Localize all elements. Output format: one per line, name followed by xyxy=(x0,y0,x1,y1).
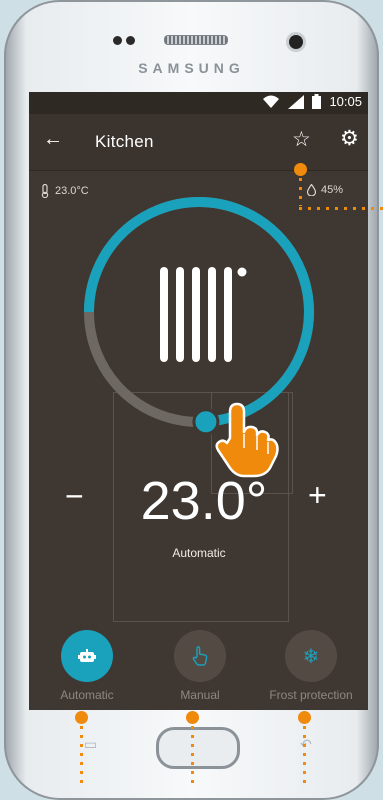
mode-selector: ❄ Automatic Manual Frost protection xyxy=(29,622,368,710)
mode-frost-button[interactable]: ❄ xyxy=(285,630,337,682)
annotation-leader xyxy=(299,207,383,210)
front-camera xyxy=(289,35,303,49)
phone-frame: SAMSUNG 10:05 ← Kitchen ☆ ⚙ 23.0°C 45% −… xyxy=(4,0,379,800)
annotation-leader xyxy=(191,726,194,788)
mode-automatic-button[interactable] xyxy=(61,630,113,682)
mode-automatic-label: Automatic xyxy=(60,688,114,702)
annotation-marker xyxy=(186,711,199,724)
radiator-icon xyxy=(160,267,247,362)
thermostat-dial[interactable] xyxy=(29,92,368,612)
mode-manual-button[interactable] xyxy=(174,630,226,682)
mode-frost-label: Frost protection xyxy=(269,688,353,702)
home-button[interactable] xyxy=(156,727,240,769)
annotation-marker xyxy=(298,711,311,724)
snowflake-icon: ❄ xyxy=(302,645,320,668)
annotation-marker xyxy=(294,163,307,176)
annotation-leader xyxy=(80,726,83,788)
annotation-leader xyxy=(303,726,306,788)
tap-gesture-icon xyxy=(215,402,279,478)
app-screen: 10:05 ← Kitchen ☆ ⚙ 23.0°C 45% − 23.0° +… xyxy=(29,92,368,710)
increase-button[interactable]: + xyxy=(308,477,327,514)
current-mode-label: Automatic xyxy=(172,546,226,560)
mode-manual-label: Manual xyxy=(180,688,220,702)
annotation-leader xyxy=(299,178,302,206)
recent-apps-key[interactable]: ▭ xyxy=(84,736,104,752)
decrease-button[interactable]: − xyxy=(65,478,84,515)
hand-icon xyxy=(192,646,208,666)
robot-icon xyxy=(78,649,96,662)
brand-logo: SAMSUNG xyxy=(138,60,245,76)
annotation-marker xyxy=(75,711,88,724)
earpiece-speaker xyxy=(164,35,228,45)
